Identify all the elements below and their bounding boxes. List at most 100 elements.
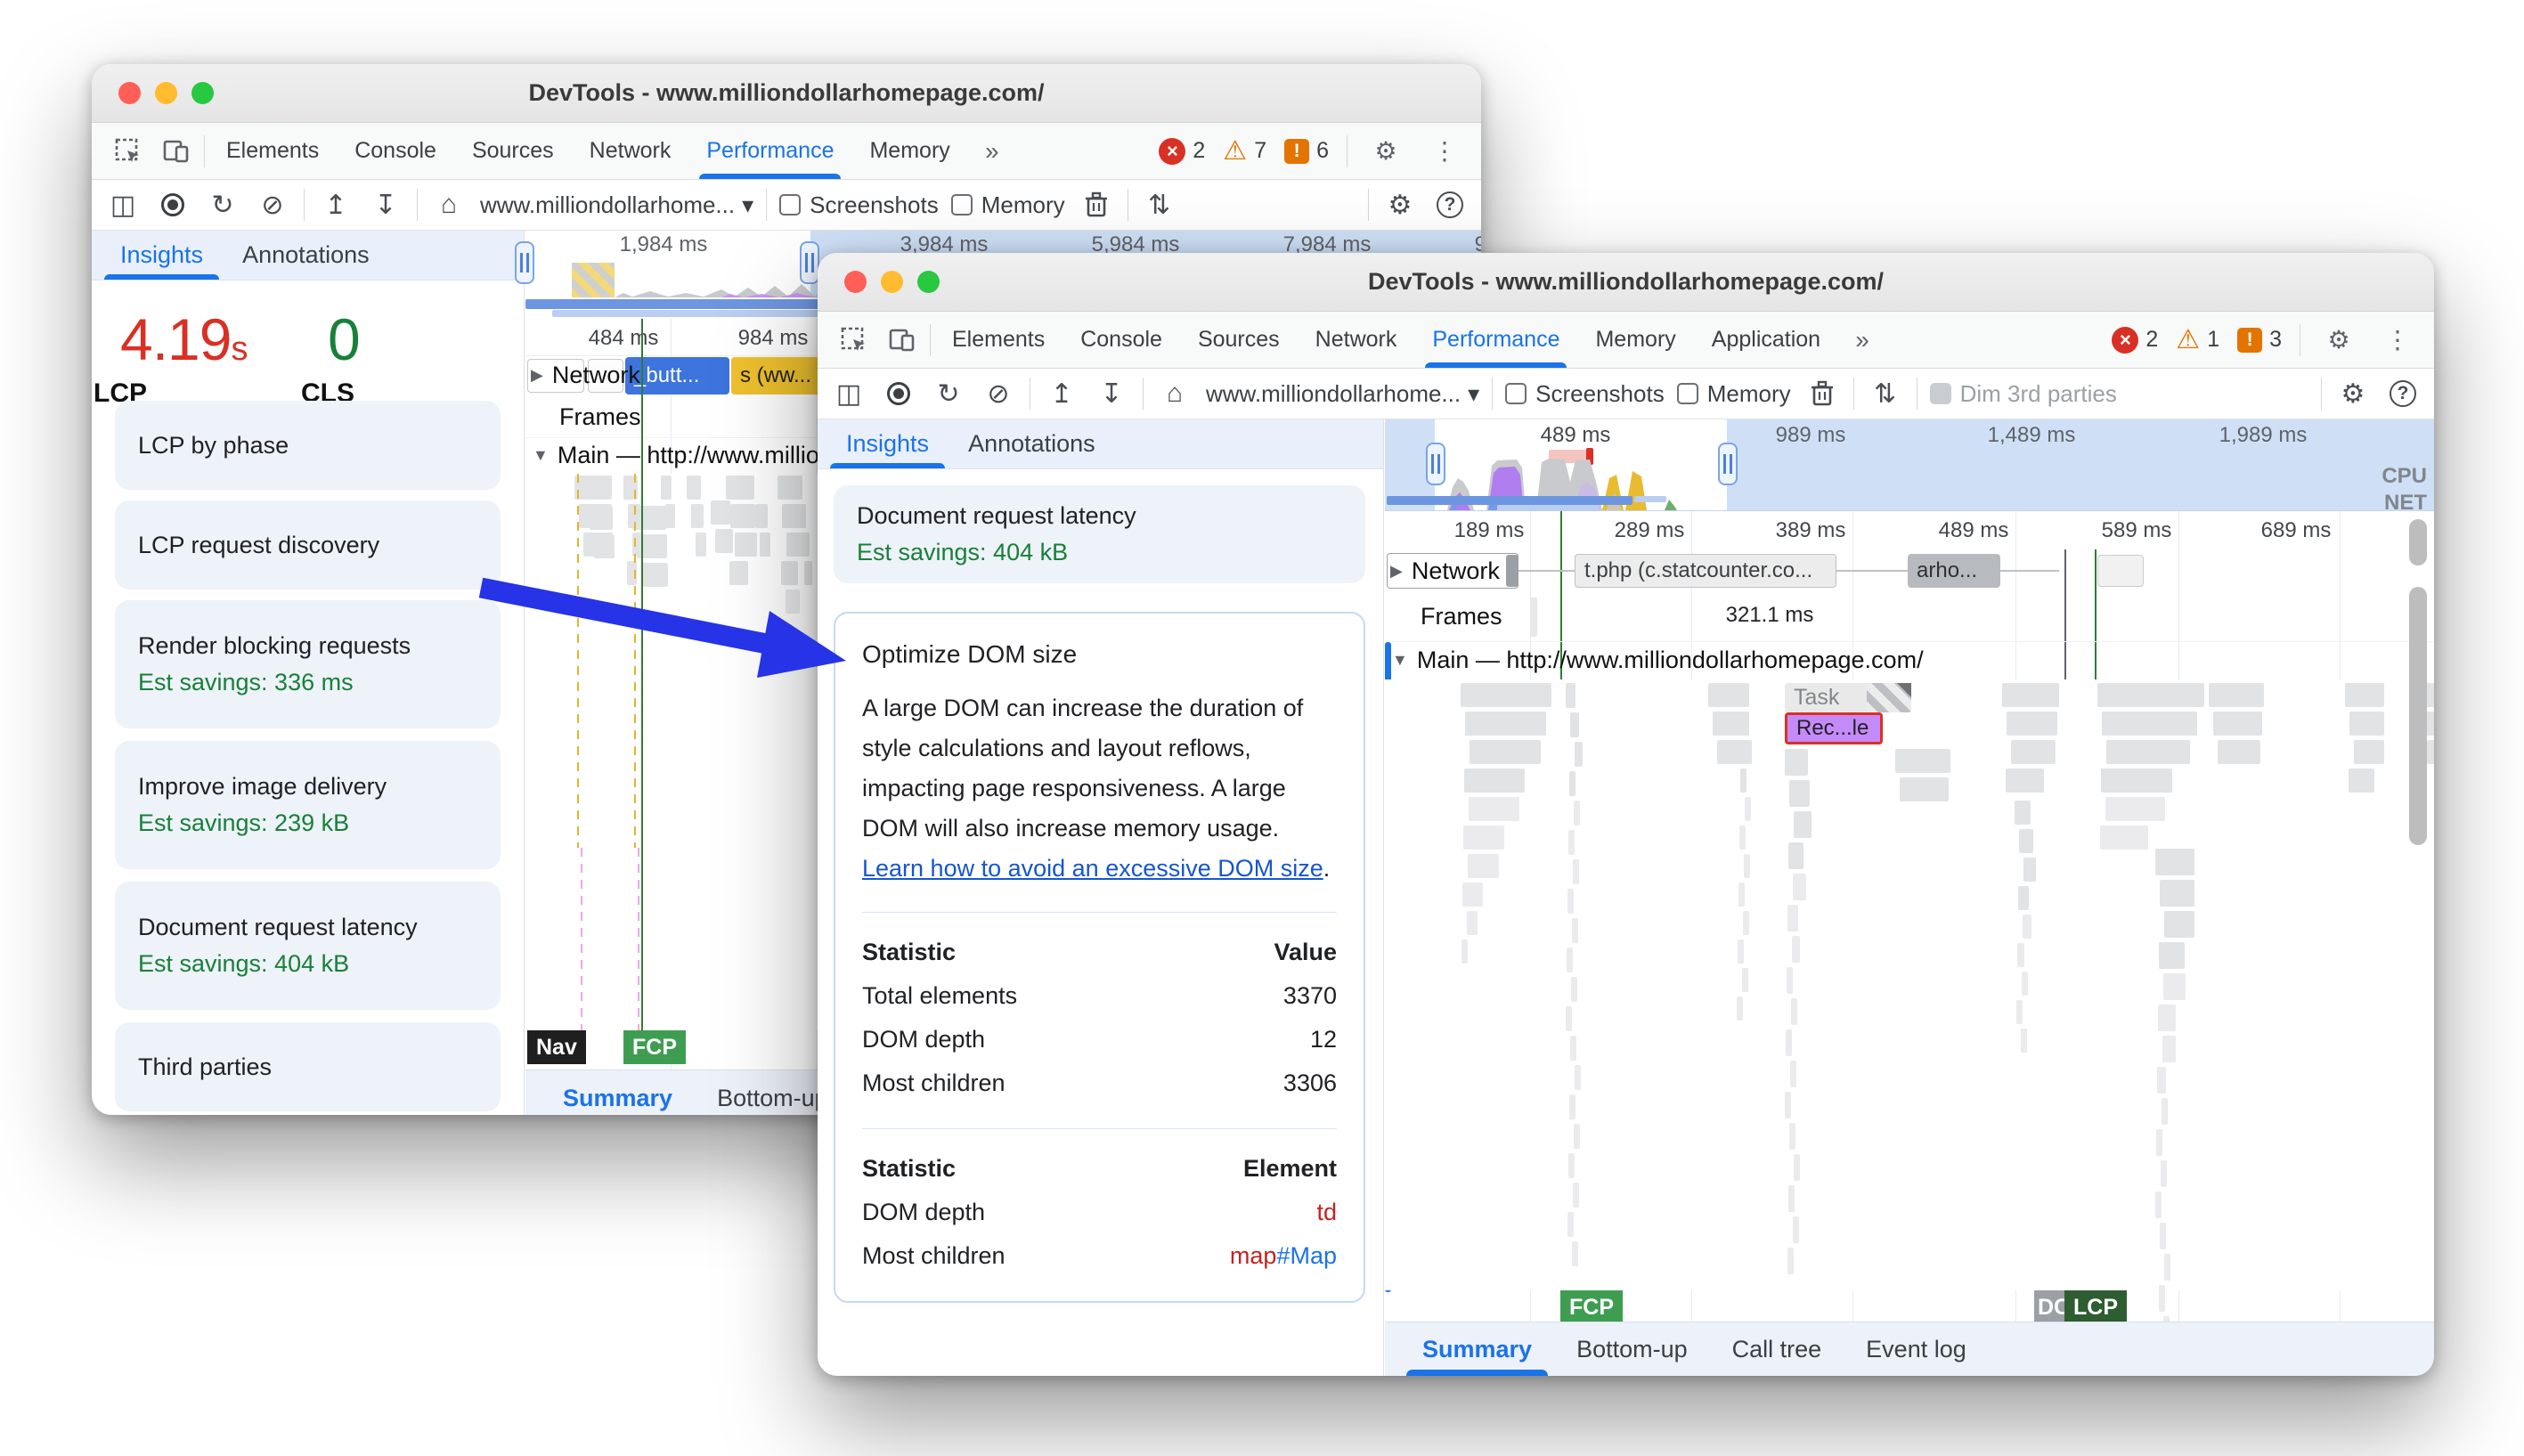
minimap-left-handle[interactable] bbox=[515, 241, 534, 284]
more-tabs-icon[interactable]: » bbox=[972, 131, 1013, 172]
tab-sources[interactable]: Sources bbox=[458, 123, 568, 179]
error-count-badge[interactable]: × 2 bbox=[1159, 137, 1205, 165]
record-button[interactable] bbox=[880, 375, 917, 412]
recalculate-style-bar[interactable]: Rec...le bbox=[1785, 712, 1883, 744]
minimap-left-handle[interactable] bbox=[1426, 443, 1445, 485]
tab-memory[interactable]: Memory bbox=[1581, 312, 1689, 368]
help-icon[interactable]: ? bbox=[1431, 186, 1469, 224]
screenshots-checkbox[interactable] bbox=[779, 194, 802, 216]
reload-and-record-button[interactable]: ↻ bbox=[204, 186, 241, 224]
tab-elements[interactable]: Elements bbox=[212, 123, 333, 179]
kebab-menu-icon[interactable]: ⋮ bbox=[1424, 131, 1465, 172]
network-request-arho[interactable]: arho... bbox=[1908, 554, 2000, 588]
insight-card-document-request-latency[interactable]: Document request latency Est savings: 40… bbox=[115, 882, 501, 1010]
element-link-td[interactable]: td bbox=[1134, 1191, 1337, 1234]
collapse-tracks-icon[interactable]: ⇅ bbox=[1867, 375, 1904, 412]
issues-count-badge[interactable]: ! 3 bbox=[2237, 327, 2282, 353]
screenshots-checkbox-row[interactable]: Screenshots bbox=[779, 191, 939, 219]
settings-gear-icon[interactable]: ⚙ bbox=[1365, 131, 1406, 172]
load-profile-icon[interactable]: ↥ bbox=[317, 186, 354, 224]
tab-sources[interactable]: Sources bbox=[1184, 312, 1294, 368]
tab-call-tree[interactable]: Call tree bbox=[1713, 1322, 1842, 1376]
minimap-right-handle[interactable] bbox=[1718, 443, 1738, 485]
tab-annotations[interactable]: Annotations bbox=[223, 231, 389, 280]
kebab-menu-icon[interactable]: ⋮ bbox=[2377, 320, 2418, 361]
request-drag-handle[interactable] bbox=[1506, 555, 1518, 587]
network-track-label[interactable]: ▶ Network bbox=[531, 362, 640, 389]
tab-summary[interactable]: Summary bbox=[1403, 1322, 1551, 1376]
vertical-scrollbar[interactable] bbox=[2409, 519, 2427, 1294]
tab-bottom-up[interactable]: Bottom-up bbox=[1557, 1322, 1707, 1376]
tab-network[interactable]: Network bbox=[1301, 312, 1412, 368]
close-window-button[interactable] bbox=[118, 82, 141, 104]
collapse-tracks-icon[interactable]: ⇅ bbox=[1141, 186, 1178, 224]
lcp-marker-badge[interactable]: LCP bbox=[2064, 1290, 2127, 1324]
dcl-marker-badge[interactable]: DCL bbox=[2034, 1290, 2064, 1324]
nav-marker-badge[interactable]: Nav bbox=[527, 1030, 586, 1064]
clear-button[interactable]: ⊘ bbox=[254, 186, 291, 224]
help-icon[interactable]: ? bbox=[2384, 375, 2422, 412]
minimap-right-handle[interactable] bbox=[800, 241, 819, 284]
insight-card-render-blocking[interactable]: Render blocking requests Est savings: 33… bbox=[115, 600, 501, 728]
capture-settings-gear-icon[interactable]: ⚙ bbox=[1381, 186, 1419, 224]
tab-console[interactable]: Console bbox=[340, 123, 451, 179]
inspect-icon[interactable] bbox=[834, 320, 875, 361]
zoom-window-button[interactable] bbox=[191, 82, 214, 104]
tab-elements[interactable]: Elements bbox=[938, 312, 1059, 368]
frames-track-label[interactable]: Frames bbox=[559, 403, 641, 431]
insight-card-optimize-dom-size[interactable]: Optimize DOM size A large DOM can increa… bbox=[834, 612, 1365, 1303]
tab-application[interactable]: Application bbox=[1698, 312, 1835, 368]
network-request-tphp[interactable]: t.php (c.statcounter.co... bbox=[1575, 554, 1836, 588]
more-tabs-icon[interactable]: » bbox=[1842, 320, 1883, 361]
network-track-label[interactable]: ▶ Network bbox=[1390, 557, 1500, 585]
page-select[interactable]: www.milliondollarhome... ▾ bbox=[1206, 380, 1479, 408]
memory-checkbox[interactable] bbox=[950, 194, 973, 216]
timeline-minimap[interactable]: 489 ms 989 ms 1,489 ms 1,989 ms CPU NET bbox=[1385, 419, 2434, 515]
tab-network[interactable]: Network bbox=[575, 123, 686, 179]
home-icon[interactable]: ⌂ bbox=[1156, 375, 1193, 412]
memory-checkbox[interactable] bbox=[1676, 383, 1698, 404]
inspect-icon[interactable] bbox=[108, 131, 149, 172]
main-track-header[interactable]: ▼ Main — http://www.milliondollarhomepag… bbox=[1385, 642, 2434, 679]
insight-card-improve-image-delivery[interactable]: Improve image delivery Est savings: 239 … bbox=[115, 741, 501, 869]
tab-insights[interactable]: Insights bbox=[826, 419, 949, 468]
insight-card-lcp-by-phase[interactable]: LCP by phase bbox=[115, 401, 501, 490]
tab-memory[interactable]: Memory bbox=[855, 123, 964, 179]
warning-count-badge[interactable]: ⚠ 7 bbox=[1223, 137, 1266, 165]
device-toolbar-icon[interactable] bbox=[156, 131, 197, 172]
dim-3rd-parties-checkbox[interactable] bbox=[1929, 383, 1951, 404]
tab-insights[interactable]: Insights bbox=[101, 231, 223, 280]
error-count-badge[interactable]: × 2 bbox=[2112, 326, 2158, 354]
tab-console[interactable]: Console bbox=[1066, 312, 1177, 368]
tab-annotations[interactable]: Annotations bbox=[949, 419, 1115, 468]
screenshots-checkbox[interactable] bbox=[1505, 383, 1527, 404]
record-button[interactable] bbox=[154, 186, 191, 224]
clear-button[interactable]: ⊘ bbox=[980, 375, 1017, 412]
fcp-marker-badge[interactable]: FCP bbox=[1560, 1290, 1623, 1324]
tab-performance[interactable]: Performance bbox=[1418, 312, 1574, 368]
insight-card-document-request-latency[interactable]: Document request latency Est savings: 40… bbox=[834, 485, 1365, 583]
tab-performance[interactable]: Performance bbox=[692, 123, 848, 179]
main-flame-chart[interactable] bbox=[1385, 679, 2434, 1343]
settings-gear-icon[interactable]: ⚙ bbox=[2318, 320, 2359, 361]
fcp-marker-badge[interactable]: FCP bbox=[623, 1030, 686, 1064]
warning-count-badge[interactable]: ⚠ 1 bbox=[2176, 326, 2219, 354]
element-link-map[interactable]: map#Map bbox=[1134, 1234, 1337, 1278]
insight-card-third-parties[interactable]: Third parties bbox=[115, 1022, 501, 1111]
toggle-sidebar-icon[interactable]: ◫ bbox=[830, 375, 867, 412]
minimize-window-button[interactable] bbox=[881, 271, 903, 293]
minimize-window-button[interactable] bbox=[155, 82, 177, 104]
device-toolbar-icon[interactable] bbox=[882, 320, 923, 361]
zoom-window-button[interactable] bbox=[917, 271, 940, 293]
save-profile-icon[interactable]: ↧ bbox=[367, 186, 404, 224]
dom-size-learn-link[interactable]: Learn how to avoid an excessive DOM size bbox=[862, 855, 1323, 882]
network-request[interactable] bbox=[2097, 555, 2144, 587]
issues-count-badge[interactable]: ! 6 bbox=[1284, 138, 1329, 164]
reload-and-record-button[interactable]: ↻ bbox=[930, 375, 967, 412]
home-icon[interactable]: ⌂ bbox=[430, 186, 468, 224]
capture-settings-gear-icon[interactable]: ⚙ bbox=[2334, 375, 2372, 412]
insight-card-lcp-request-discovery[interactable]: LCP request discovery bbox=[115, 500, 501, 590]
tab-event-log[interactable]: Event log bbox=[1846, 1322, 1986, 1376]
frames-track-label[interactable]: Frames bbox=[1421, 603, 1502, 630]
dim-3rd-parties-row[interactable]: Dim 3rd parties bbox=[1929, 380, 2117, 408]
